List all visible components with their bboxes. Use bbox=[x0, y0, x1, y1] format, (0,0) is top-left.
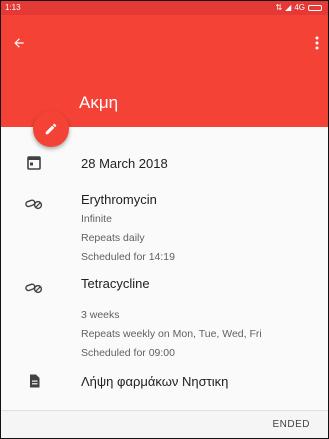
pencil-icon bbox=[45, 123, 57, 135]
pill-icon bbox=[25, 199, 43, 210]
medication-repeat: Repeats weekly on Mon, Tue, Wed, Fri bbox=[81, 328, 262, 340]
status-indicators: ⇅ ◢ 4G bbox=[275, 1, 322, 15]
status-time: 1:13 bbox=[5, 3, 21, 12]
pill-icon bbox=[25, 283, 43, 294]
medication-schedule: Scheduled for 14:19 bbox=[81, 251, 175, 263]
edit-fab-button[interactable] bbox=[33, 111, 69, 147]
medication-name: Tetracycline bbox=[81, 276, 150, 291]
medication-duration: Infinite bbox=[81, 213, 112, 225]
ended-button[interactable]: ENDED bbox=[272, 419, 310, 430]
medication-name: Erythromycin bbox=[81, 192, 157, 207]
document-icon bbox=[30, 374, 40, 388]
medication-duration: 3 weeks bbox=[81, 309, 120, 321]
medication-date: 28 March 2018 bbox=[81, 156, 168, 171]
medication-schedule: Scheduled for 09:00 bbox=[81, 347, 175, 359]
network-label: 4G bbox=[294, 3, 305, 12]
medication-repeat: Repeats daily bbox=[81, 232, 145, 244]
back-button[interactable] bbox=[5, 31, 33, 55]
more-vert-icon bbox=[315, 36, 319, 50]
arrow-left-icon bbox=[14, 38, 24, 48]
bottom-bar: ENDED bbox=[1, 411, 328, 438]
battery-icon bbox=[308, 5, 322, 11]
app-frame: 1:13 ⇅ ◢ 4G Ακμη 28 March 2018 Erythromy… bbox=[0, 0, 329, 439]
calendar-icon bbox=[27, 156, 41, 170]
status-bar: 1:13 ⇅ ◢ 4G bbox=[1, 1, 328, 15]
signal-icon: ⇅ bbox=[275, 3, 283, 12]
medication-notes: Λήψη φαρμάκων Νηστικη bbox=[81, 374, 229, 389]
overflow-menu-button[interactable] bbox=[306, 31, 328, 55]
cell-signal-icon: ◢ bbox=[285, 3, 292, 12]
page-title: Ακμη bbox=[79, 93, 119, 112]
